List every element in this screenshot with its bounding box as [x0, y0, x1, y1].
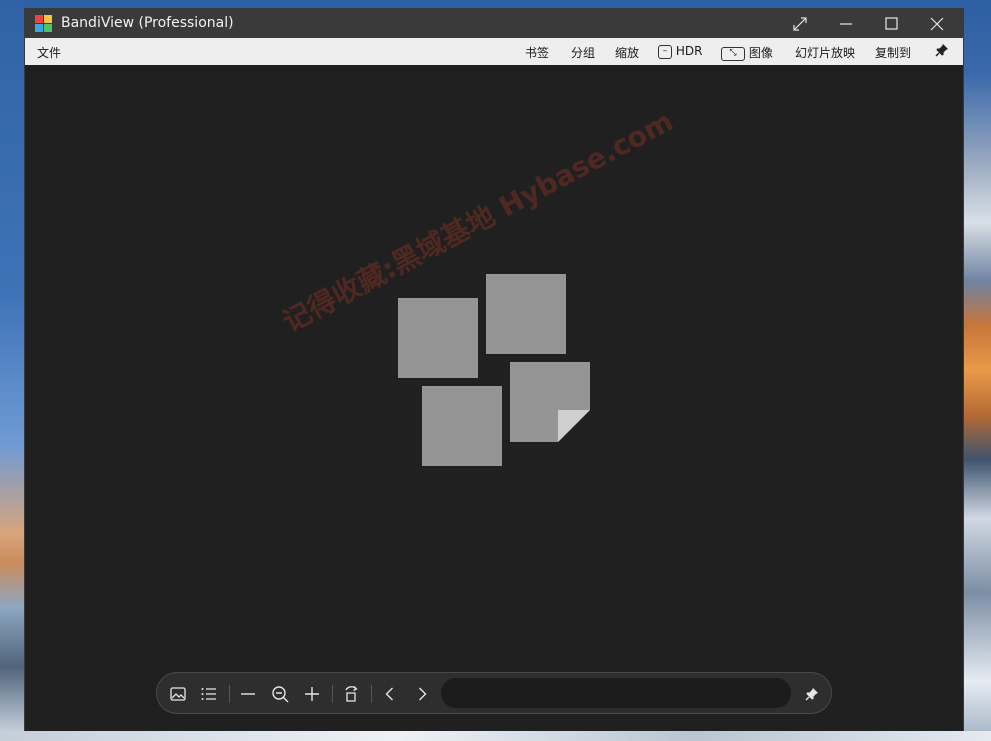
image-canvas[interactable]: 记得收藏:黑域基地 Hybase.com: [25, 65, 963, 731]
zoom-out-minus-icon: [241, 693, 255, 695]
toolbar-separator: [229, 685, 230, 703]
placeholder-tile-folded: [510, 362, 590, 442]
title-bar[interactable]: BandiView (Professional): [25, 9, 963, 38]
minimize-icon: [840, 22, 852, 25]
menu-group[interactable]: 分组: [571, 44, 595, 61]
bottom-toolbar: [156, 672, 832, 714]
next-icon: [419, 687, 427, 701]
toolbar-separator: [332, 685, 333, 703]
view-image-button[interactable]: [165, 681, 191, 707]
zoom-fit-button[interactable]: [267, 681, 293, 707]
zoom-out-button[interactable]: [235, 681, 261, 707]
list-icon: [201, 688, 216, 700]
fullscreen-button[interactable]: [777, 9, 823, 38]
pin-icon: [805, 688, 818, 701]
image-icon: [170, 687, 186, 701]
menu-hdr-label: HDR: [675, 44, 703, 58]
close-icon: [930, 17, 944, 30]
expand-diagonal-icon: [793, 16, 807, 31]
maximize-icon: [884, 17, 898, 30]
placeholder-tile: [486, 274, 566, 354]
menu-file[interactable]: 文件: [37, 44, 61, 61]
toolbar-separator: [371, 685, 372, 703]
prev-icon: [385, 687, 393, 701]
menu-slideshow[interactable]: 幻灯片放映: [795, 44, 855, 61]
close-button[interactable]: [914, 9, 960, 38]
zoom-fit-icon: [272, 686, 289, 703]
rotate-button[interactable]: [338, 681, 364, 707]
file-list-button[interactable]: [196, 681, 222, 707]
rotate-icon: [345, 686, 358, 702]
placeholder-tile: [422, 386, 502, 466]
menu-bookmark[interactable]: 书签: [525, 44, 549, 61]
zoom-in-plus-icon: [305, 687, 319, 701]
hdr-toggle-icon: –: [658, 44, 672, 59]
app-window: BandiView (Professional) 文件 书签 分组 缩放 – H…: [24, 8, 964, 731]
maximize-button[interactable]: [868, 9, 914, 38]
window-title: BandiView (Professional): [61, 15, 234, 31]
minimize-button[interactable]: [823, 9, 869, 38]
desktop-wallpaper-bottom: [0, 731, 991, 741]
menu-copy-to[interactable]: 复制到: [875, 44, 911, 61]
previous-button[interactable]: [377, 681, 403, 707]
path-input[interactable]: [441, 678, 791, 708]
menu-hdr[interactable]: – HDR: [658, 44, 702, 59]
image-fit-icon: ⤡: [721, 46, 745, 61]
menu-bar: 文件 书签 分组 缩放 – HDR ⤡ 图像 幻灯片放映 复制到: [25, 38, 963, 65]
pin-icon: [935, 44, 948, 57]
menu-pin-button[interactable]: [935, 43, 949, 60]
bandiview-logo-icon: [35, 15, 53, 33]
desktop-wallpaper-right: [963, 0, 991, 741]
placeholder-tile: [398, 298, 478, 378]
toolbar-pin-button[interactable]: [799, 681, 825, 707]
next-button[interactable]: [409, 681, 435, 707]
menu-image-label: 图像: [748, 46, 773, 60]
menu-zoom[interactable]: 缩放: [615, 44, 639, 61]
zoom-in-button[interactable]: [299, 681, 325, 707]
desktop-wallpaper-left: [0, 0, 24, 741]
menu-image[interactable]: ⤡ 图像: [721, 44, 773, 61]
